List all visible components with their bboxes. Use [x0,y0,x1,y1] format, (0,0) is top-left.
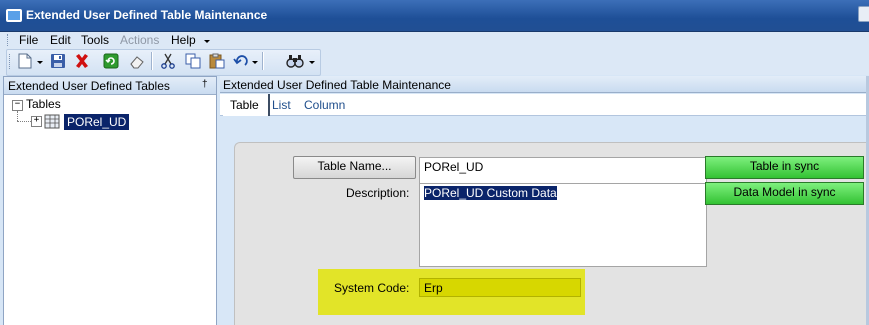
window-title: Extended User Defined Table Maintenance [26,8,268,22]
new-dropdown-icon[interactable] [37,61,43,64]
collapse-icon[interactable]: − [12,100,23,111]
description-field[interactable]: PORel_UD Custom Data [419,183,707,267]
paste-icon[interactable] [208,52,226,70]
tab-table[interactable]: Table [230,98,259,112]
window-control-button[interactable] [858,6,869,22]
main-panel-title: Extended User Defined Table Maintenance [223,78,451,92]
main-panel-header: Extended User Defined Table Maintenance [220,76,869,93]
find-icon[interactable] [286,52,304,70]
delete-icon[interactable] [73,52,91,70]
tab-column[interactable]: Column [304,98,345,112]
toolbar-separator [151,52,152,70]
tree-panel: Extended User Defined Tables † − Tables … [3,76,217,325]
tree-item-porel-ud[interactable]: PORel_UD [64,114,130,130]
undo-icon[interactable] [232,52,250,70]
menubar-grip[interactable] [7,34,10,46]
expand-icon[interactable]: + [31,116,42,127]
description-text: PORel_UD Custom Data [424,186,557,200]
menu-bar: File Edit Tools Actions Help [0,32,869,48]
menu-actions[interactable]: Actions [120,32,159,48]
tree-panel-title: Extended User Defined Tables [8,79,170,93]
undo-dropdown-icon[interactable] [252,61,258,64]
find-dropdown-icon[interactable] [309,61,315,64]
eraser-icon[interactable] [128,52,146,70]
refresh-icon[interactable] [102,52,120,70]
system-code-label: System Code: [334,281,410,295]
menu-overflow-icon[interactable] [204,40,210,43]
copy-icon[interactable] [184,52,202,70]
menu-edit[interactable]: Edit [50,32,71,48]
table-sync-status[interactable]: Table in sync [705,156,864,179]
toolbar [0,48,869,76]
tree-panel-header: Extended User Defined Tables † [4,77,216,95]
toolbar-separator [262,52,263,70]
data-model-sync-status[interactable]: Data Model in sync [705,182,864,205]
table-icon [44,114,60,132]
toolbar-grip[interactable] [9,54,12,69]
system-code-field[interactable]: Erp [419,278,581,297]
tree-connector [17,111,18,121]
menu-help[interactable]: Help [171,32,196,48]
pin-icon[interactable]: † [202,79,208,90]
cut-icon[interactable] [159,52,177,70]
new-document-icon[interactable] [16,52,34,70]
tree-connector [17,121,31,122]
tab-list[interactable]: List [272,98,291,112]
tab-bar: Table List Column [220,94,869,116]
tree-root-tables[interactable]: Tables [26,97,61,111]
description-label: Description: [346,186,410,200]
menu-tools[interactable]: Tools [81,32,109,48]
table-name-field[interactable]: PORel_UD [419,157,707,184]
window-titlebar: Extended User Defined Table Maintenance [0,0,869,32]
table-name-button[interactable]: Table Name... [293,156,416,179]
app-window-icon [6,9,22,22]
save-icon[interactable] [49,52,67,70]
menu-file[interactable]: File [19,32,38,48]
